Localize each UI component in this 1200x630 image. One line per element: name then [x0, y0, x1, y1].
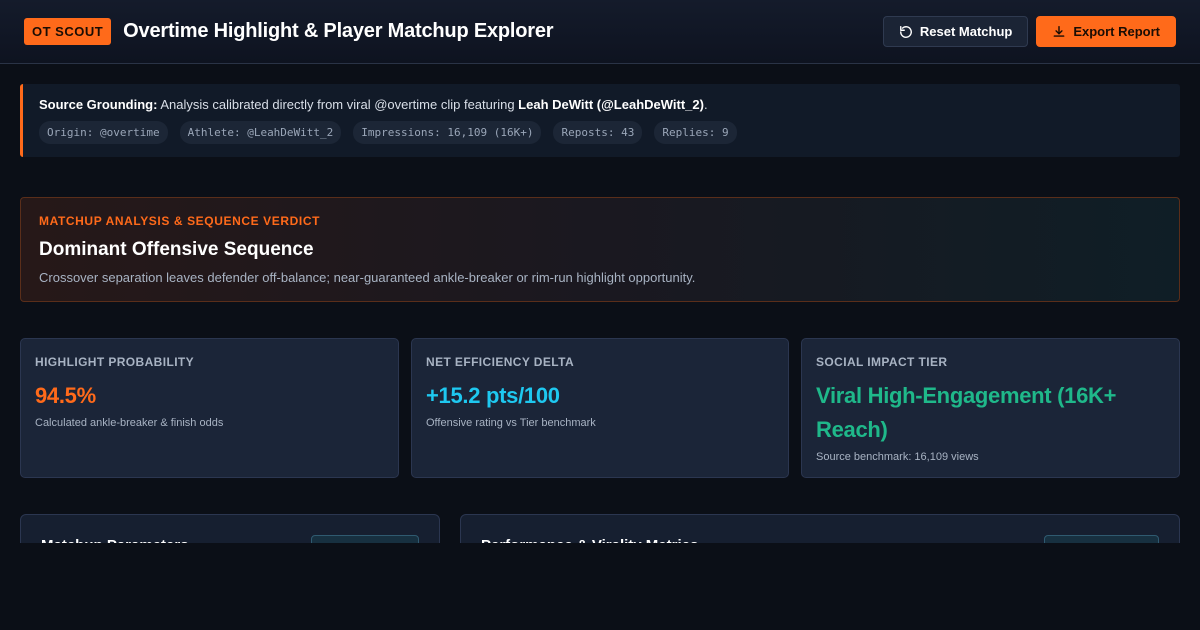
chip-athlete: Athlete: @LeahDeWitt_2: [179, 121, 342, 144]
export-report-label: Export Report: [1073, 24, 1160, 39]
kpi-card-social-impact: SOCIAL IMPACT TIER Viral High-Engagement…: [801, 338, 1180, 478]
chip-impressions: Impressions: 16,109 (16K+): [353, 121, 542, 144]
kpi-value: +15.2 pts/100: [426, 383, 560, 408]
chip-replies: Replies: 9: [654, 121, 737, 144]
source-grounding-body: Analysis calibrated directly from viral …: [157, 97, 519, 112]
source-grounding-tail: .: [703, 97, 708, 112]
reset-matchup-label: Reset Matchup: [919, 24, 1013, 39]
kpi-label: HIGHLIGHT PROBABILITY: [35, 355, 195, 369]
source-grounding-panel: Source Grounding: Analysis calibrated di…: [20, 84, 1180, 157]
reset-icon: [899, 25, 912, 38]
athlete-name: Leah DeWitt (@LeahDeWitt_2): [518, 97, 704, 112]
source-grounding-lead: Source Grounding:: [39, 97, 158, 112]
page-background: [0, 543, 1200, 630]
kpi-value: Viral High-Engagement (16K+ Reach): [816, 383, 1117, 442]
kpi-subtext: Offensive rating vs Tier benchmark: [426, 417, 596, 429]
brand-badge: OT SCOUT: [24, 18, 112, 45]
source-chips: Origin: @overtime Athlete: @LeahDeWitt_2…: [39, 121, 1164, 144]
kpi-subtext: Calculated ankle-breaker & finish odds: [35, 417, 224, 429]
app-header: OT SCOUT Overtime Highlight & Player Mat…: [0, 0, 1200, 64]
verdict-title: Dominant Offensive Sequence: [39, 239, 314, 260]
export-report-button[interactable]: Export Report: [1036, 16, 1176, 47]
source-grounding-text: Source Grounding: Analysis calibrated di…: [39, 97, 1164, 112]
chip-reposts: Reposts: 43: [553, 121, 643, 144]
kpi-card-net-efficiency: NET EFFICIENCY DELTA +15.2 pts/100 Offen…: [411, 338, 789, 478]
verdict-kicker: MATCHUP ANALYSIS & SEQUENCE VERDICT: [39, 214, 321, 228]
header-actions: Reset Matchup Export Report: [882, 16, 1176, 47]
kpi-card-highlight-probability: HIGHLIGHT PROBABILITY 94.5% Calculated a…: [20, 338, 399, 478]
kpi-value: 94.5%: [35, 383, 96, 408]
page-title: Overtime Highlight & Player Matchup Expl…: [123, 20, 554, 42]
reset-matchup-button[interactable]: Reset Matchup: [882, 16, 1029, 47]
kpi-label: NET EFFICIENCY DELTA: [426, 355, 575, 369]
download-icon: [1053, 25, 1065, 37]
matchup-verdict-card: MATCHUP ANALYSIS & SEQUENCE VERDICT Domi…: [20, 197, 1180, 302]
kpi-subtext: Source benchmark: 16,109 views: [816, 451, 979, 463]
kpi-label: SOCIAL IMPACT TIER: [816, 355, 948, 369]
chip-origin: Origin: @overtime: [39, 121, 168, 144]
verdict-description: Crossover separation leaves defender off…: [39, 270, 696, 285]
